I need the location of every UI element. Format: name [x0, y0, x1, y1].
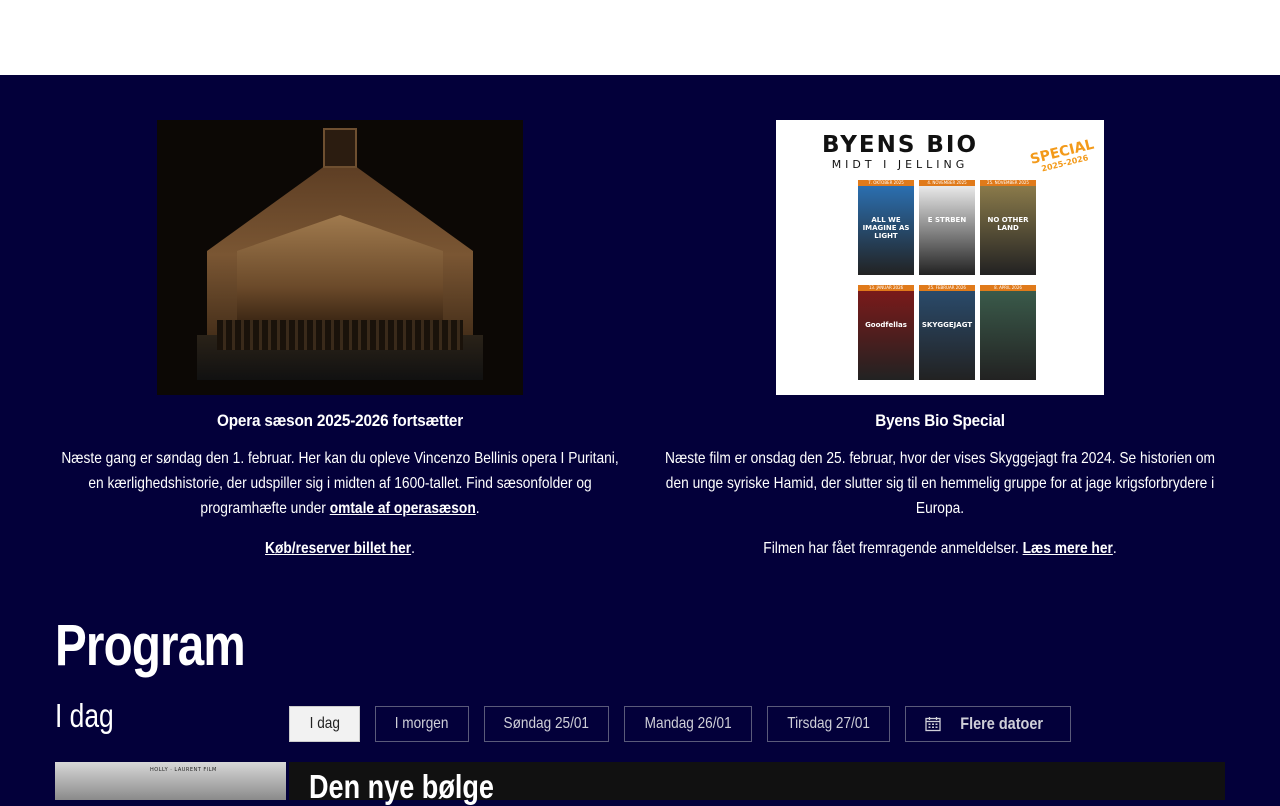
- movie-card[interactable]: Den nye bølge: [289, 762, 1225, 805]
- read-more-link[interactable]: Læs mere her: [1023, 540, 1113, 557]
- film-art: NO OTHER LAND: [980, 186, 1036, 275]
- poster-title: BYENS BIO: [821, 132, 979, 158]
- movie-poster-thumbnail[interactable]: HOLLY · LAURENT FILM: [55, 762, 286, 800]
- tab-monday[interactable]: Mandag 26/01: [624, 706, 752, 742]
- selected-day-label: I dag: [55, 697, 114, 734]
- tab-tomorrow[interactable]: I morgen: [375, 706, 469, 742]
- movie-title[interactable]: Den nye bølge: [309, 768, 494, 806]
- film-art: E STRBEN: [919, 186, 975, 275]
- film-poster: 8. APRIL 2026: [980, 285, 1036, 380]
- buy-ticket-link[interactable]: Køb/reserver billet her: [265, 540, 411, 557]
- thumbnail-caption: HOLLY · LAURENT FILM: [150, 767, 217, 773]
- tab-today[interactable]: I dag: [289, 706, 360, 742]
- poster-subtitle: MIDT I JELLING: [831, 158, 969, 171]
- film-art: [980, 291, 1036, 380]
- film-date: 25. NOVEMBER 2025: [980, 180, 1036, 186]
- tab-tuesday[interactable]: Tirsdag 27/01: [767, 706, 890, 742]
- calendar-icon: [925, 717, 941, 732]
- film-art: SKYGGEJAGT: [919, 291, 975, 380]
- film-art: Goodfellas: [858, 291, 914, 380]
- more-dates-button[interactable]: Flere datoer: [905, 706, 1071, 742]
- opera-stage-image[interactable]: [157, 120, 523, 395]
- feature-opera: Opera sæson 2025-2026 fortsætter Næste g…: [55, 120, 625, 561]
- film-poster: 7. OKTOBER 2025 ALL WE IMAGINE AS LIGHT: [858, 180, 914, 275]
- feature-byens-bio: BYENS BIO MIDT I JELLING SPECIAL 2025-202…: [655, 120, 1225, 561]
- film-art: ALL WE IMAGINE AS LIGHT: [858, 186, 914, 275]
- byens-bio-poster-image[interactable]: BYENS BIO MIDT I JELLING SPECIAL 2025-202…: [776, 120, 1104, 395]
- feature-description: Næste gang er søndag den 1. februar. Her…: [61, 450, 619, 517]
- opera-season-link[interactable]: omtale af operasæson: [330, 500, 476, 517]
- ticket-paragraph: Køb/reserver billet her.: [265, 540, 415, 557]
- tab-sunday[interactable]: Søndag 25/01: [484, 706, 609, 742]
- feature-title: Opera sæson 2025-2026 fortsætter: [217, 411, 463, 430]
- film-poster: 4. NOVEMBER 2025 E STRBEN: [919, 180, 975, 275]
- film-poster: 25. NOVEMBER 2025 NO OTHER LAND: [980, 180, 1036, 275]
- review-paragraph: Filmen har fået fremragende anmeldelser.…: [763, 540, 1117, 557]
- poster-grid: 7. OKTOBER 2025 ALL WE IMAGINE AS LIGHT 4.…: [858, 180, 1036, 380]
- top-header-bar: [0, 0, 1280, 75]
- program-heading: Program: [55, 613, 246, 678]
- film-date: 4. NOVEMBER 2025: [919, 180, 975, 186]
- film-poster: 25. FEBRUAR 2026 SKYGGEJAGT: [919, 285, 975, 380]
- film-poster: 13. JANUAR 2026 Goodfellas: [858, 285, 914, 380]
- feature-description: Næste film er onsdag den 25. februar, hv…: [665, 450, 1215, 517]
- feature-title: Byens Bio Special: [875, 411, 1005, 430]
